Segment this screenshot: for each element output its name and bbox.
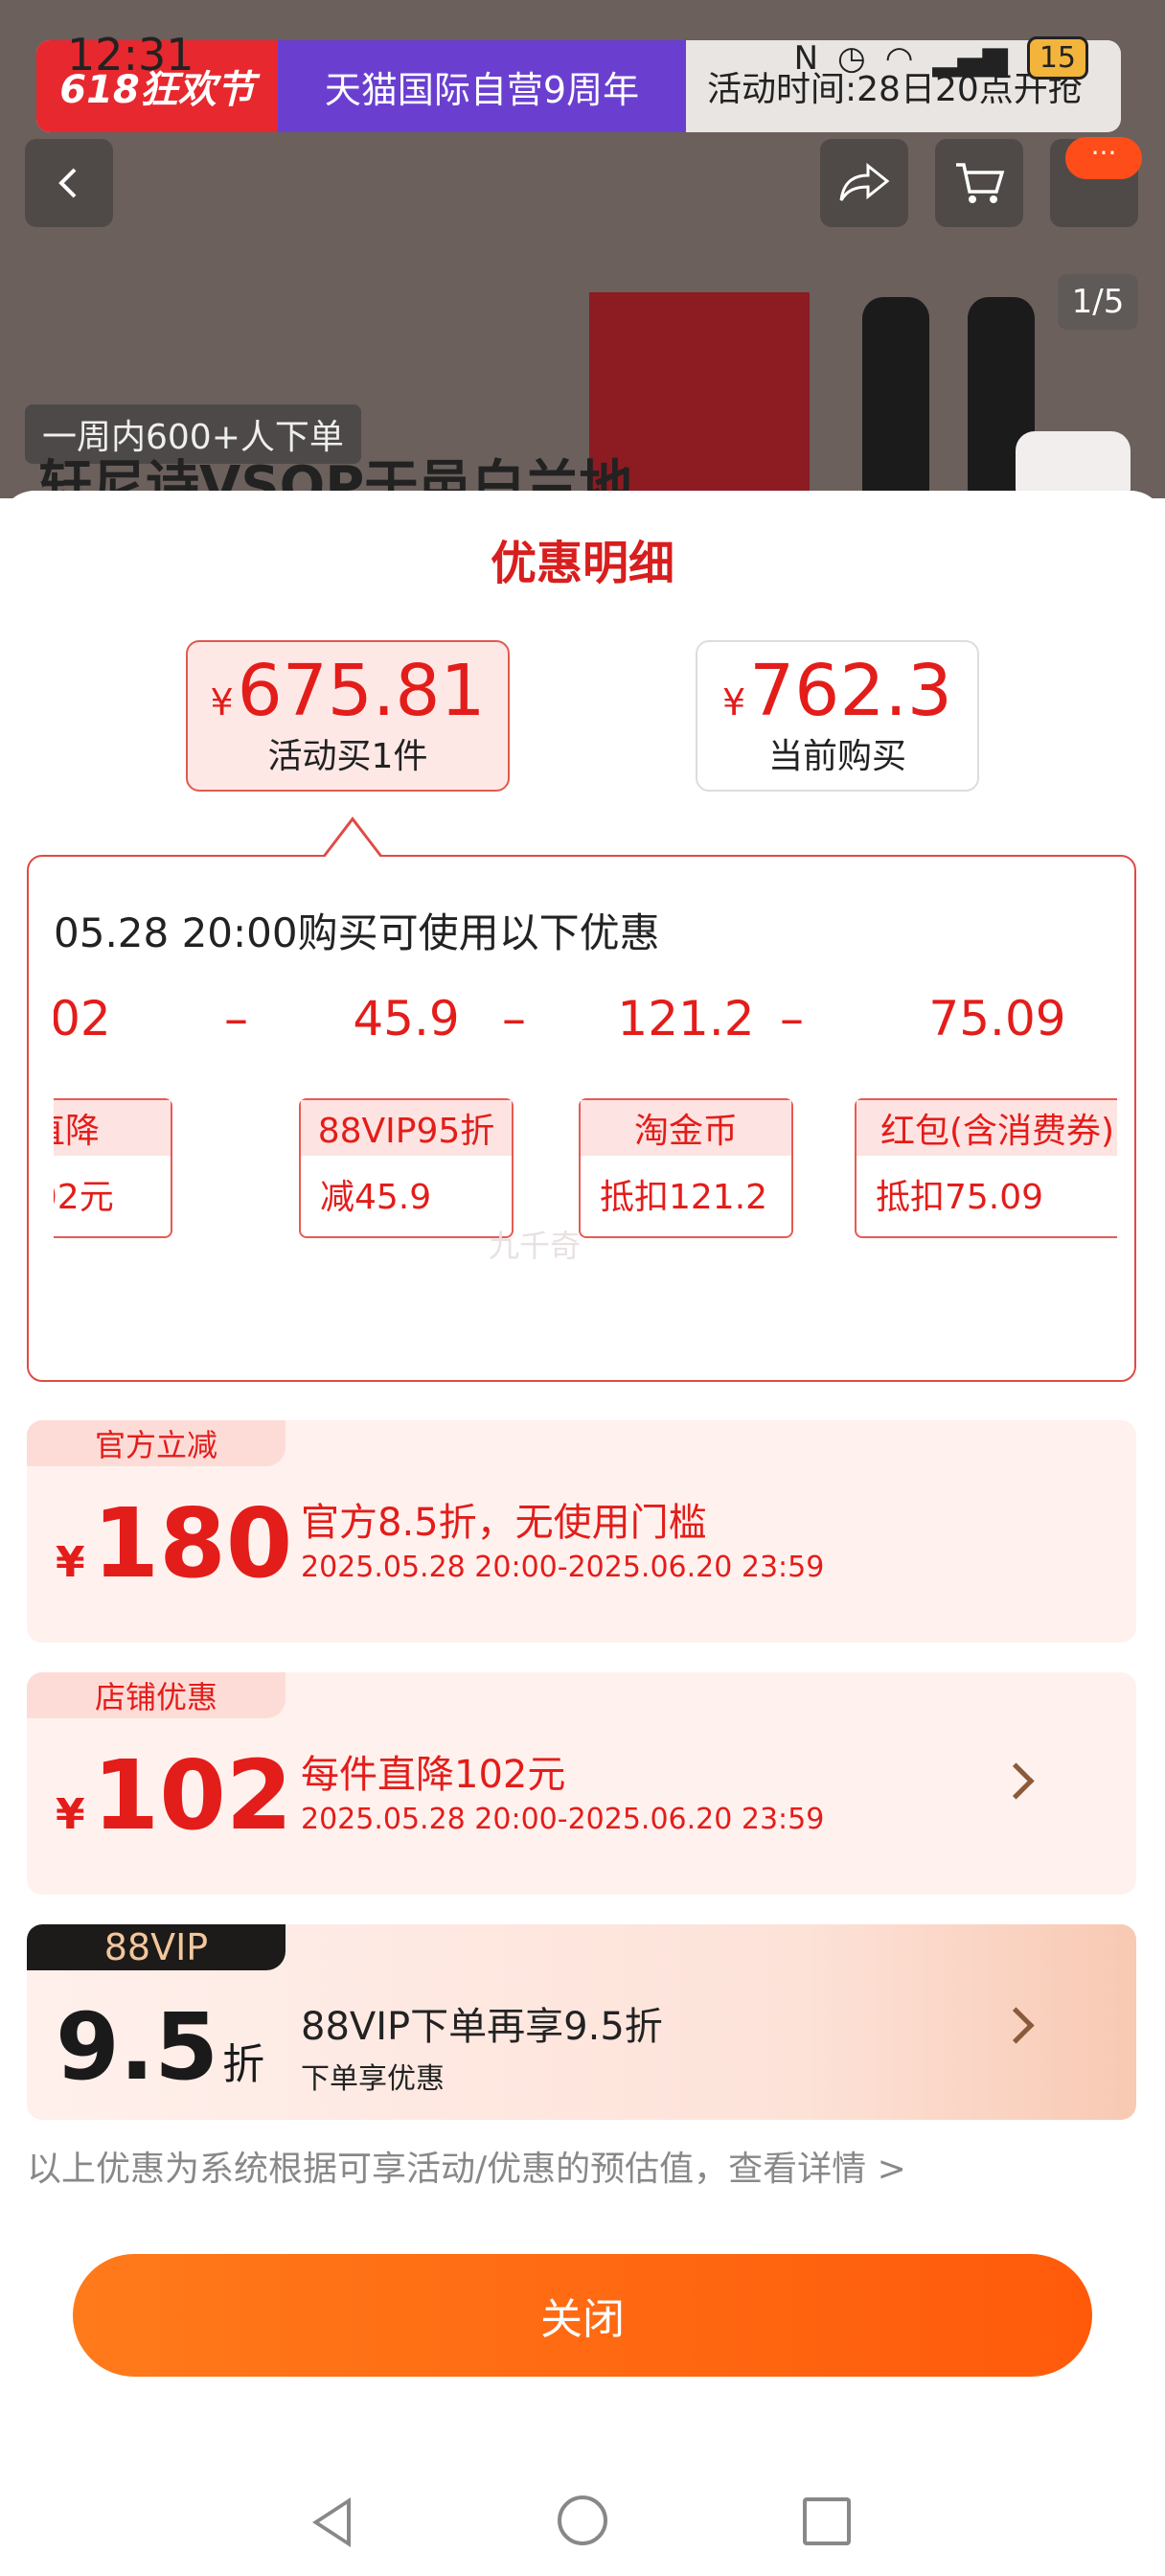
minus-sign: – bbox=[780, 991, 804, 1046]
deduction-card: 淘金币 抵扣121.2 bbox=[579, 1098, 793, 1238]
current-price-tab[interactable]: ¥762.3 当前购买 bbox=[696, 640, 979, 792]
tab-pointer-fill bbox=[324, 821, 381, 859]
current-price-label: 当前购买 bbox=[767, 737, 906, 776]
system-nav-bar bbox=[0, 2446, 1165, 2576]
status-time: 12:31 bbox=[67, 29, 194, 80]
coupon-tag: 官方立减 bbox=[27, 1420, 286, 1466]
deduction-desc: 降102元 bbox=[54, 1178, 114, 1217]
nfc-icon: N bbox=[793, 38, 819, 78]
coupon-official-discount: 官方立减 ¥180 官方8.5折，无使用门槛 2025.05.28 20:00-… bbox=[27, 1420, 1136, 1643]
deduction-card: 直降 降102元 bbox=[54, 1098, 172, 1238]
share-icon bbox=[839, 162, 890, 201]
breakdown-heading: 05.28 20:00购买可使用以下优惠 bbox=[54, 909, 660, 956]
battery-icon: 15 bbox=[1026, 36, 1088, 80]
deduction-list[interactable]: 102 直降 降102元 – 45.9 88VIP95折 减45.9 – 121… bbox=[54, 991, 1117, 1240]
coupon-desc: 下单享优惠 bbox=[301, 2062, 445, 2096]
signal-icon: ▂▄▆ bbox=[932, 38, 1008, 78]
nav-back-icon-fill bbox=[319, 2504, 347, 2541]
coupon-title: 官方8.5折，无使用门槛 bbox=[301, 1501, 707, 1545]
image-page-counter: 1/5 bbox=[1058, 274, 1138, 330]
current-price: 762.3 bbox=[749, 650, 953, 732]
share-button[interactable] bbox=[820, 139, 908, 227]
discount-breakdown-box: 05.28 20:00购买可使用以下优惠 102 直降 降102元 – 45.9… bbox=[27, 855, 1136, 1382]
coupon-store-discount[interactable]: 店铺优惠 ¥102 每件直降102元 2025.05.28 20:00-2025… bbox=[27, 1672, 1136, 1895]
wifi-icon: ◠ bbox=[884, 38, 914, 78]
status-bar: 12:31 N ◷ ◠ ▂▄▆ 15 bbox=[0, 0, 1165, 115]
coupon-amount: ¥180 bbox=[56, 1487, 293, 1599]
deduction-desc: 抵扣121.2 bbox=[600, 1178, 768, 1217]
deduction-card: 红包(含消费券) 抵扣75.09 bbox=[855, 1098, 1117, 1238]
cart-button[interactable] bbox=[935, 139, 1023, 227]
watermark: 九千奇 bbox=[489, 1228, 582, 1264]
currency-symbol: ¥ bbox=[721, 681, 746, 724]
chevron-left-icon bbox=[58, 168, 77, 198]
activity-price-tab[interactable]: ¥675.81 活动买1件 bbox=[186, 640, 510, 792]
nav-home-icon[interactable] bbox=[558, 2496, 607, 2545]
sheet-title: 优惠明细 bbox=[490, 537, 674, 590]
deduction-value: 102 bbox=[54, 991, 111, 1046]
status-icons: N ◷ ◠ ▂▄▆ 15 bbox=[794, 36, 1088, 80]
clock-icon: ◷ bbox=[837, 38, 866, 78]
coupon-tag: 店铺优惠 bbox=[27, 1672, 286, 1718]
deduction-item: 121.2 淘金币 抵扣121.2 bbox=[579, 991, 793, 1238]
minus-sign: – bbox=[224, 991, 248, 1046]
deduction-name: 红包(含消费券) bbox=[857, 1100, 1117, 1156]
coupon-amount: 9.5折 bbox=[56, 1993, 265, 2101]
coupon-validity: 2025.05.28 20:00-2025.06.20 23:59 bbox=[301, 1551, 825, 1584]
deduction-value: 121.2 bbox=[617, 991, 755, 1046]
close-button[interactable]: 关闭 bbox=[73, 2254, 1092, 2377]
coupon-validity: 2025.05.28 20:00-2025.06.20 23:59 bbox=[301, 1803, 825, 1836]
nav-recents-icon[interactable] bbox=[803, 2497, 851, 2545]
deduction-name: 淘金币 bbox=[581, 1100, 791, 1156]
more-dots-icon: ··· bbox=[1065, 137, 1142, 179]
deduction-value: 75.09 bbox=[928, 991, 1066, 1046]
more-button[interactable]: ··· bbox=[1050, 137, 1142, 227]
deduction-card: 88VIP95折 减45.9 bbox=[299, 1098, 514, 1238]
deduction-item: 75.09 红包(含消费券) 抵扣75.09 bbox=[855, 991, 1117, 1238]
product-bottle bbox=[862, 297, 929, 498]
coupon-88vip[interactable]: 88VIP 9.5折 88VIP下单再享9.5折 下单享优惠 bbox=[27, 1924, 1136, 2120]
chevron-right-icon bbox=[997, 1762, 1035, 1800]
discount-detail-sheet: 优惠明细 ¥675.81 活动买1件 ¥762.3 当前购买 05.28 20:… bbox=[0, 491, 1165, 2576]
coupon-tag: 88VIP bbox=[27, 1924, 286, 1970]
deduction-desc: 抵扣75.09 bbox=[876, 1178, 1044, 1217]
deduction-value: 45.9 bbox=[353, 991, 460, 1046]
coupon-title: 88VIP下单再享9.5折 bbox=[301, 2005, 663, 2049]
deduction-name: 直降 bbox=[54, 1100, 171, 1156]
coupon-amount: ¥102 bbox=[56, 1739, 293, 1852]
minus-sign: – bbox=[502, 991, 526, 1046]
back-button[interactable] bbox=[25, 139, 113, 227]
activity-price-label: 活动买1件 bbox=[267, 737, 428, 776]
coupon-title: 每件直降102元 bbox=[301, 1753, 566, 1797]
deduction-item: 45.9 88VIP95折 减45.9 bbox=[299, 991, 514, 1238]
activity-price: 675.81 bbox=[237, 650, 486, 732]
currency-symbol: ¥ bbox=[210, 681, 234, 724]
deduction-name: 88VIP95折 bbox=[301, 1100, 512, 1156]
cart-icon bbox=[956, 163, 1005, 203]
chevron-right-icon bbox=[997, 2007, 1035, 2044]
deduction-item: 102 直降 降102元 bbox=[54, 991, 172, 1238]
deduction-desc: 减45.9 bbox=[320, 1178, 432, 1217]
estimate-footnote-link[interactable]: 以上优惠为系统根据可享活动/优惠的预估值，查看详情 > bbox=[27, 2141, 906, 2191]
